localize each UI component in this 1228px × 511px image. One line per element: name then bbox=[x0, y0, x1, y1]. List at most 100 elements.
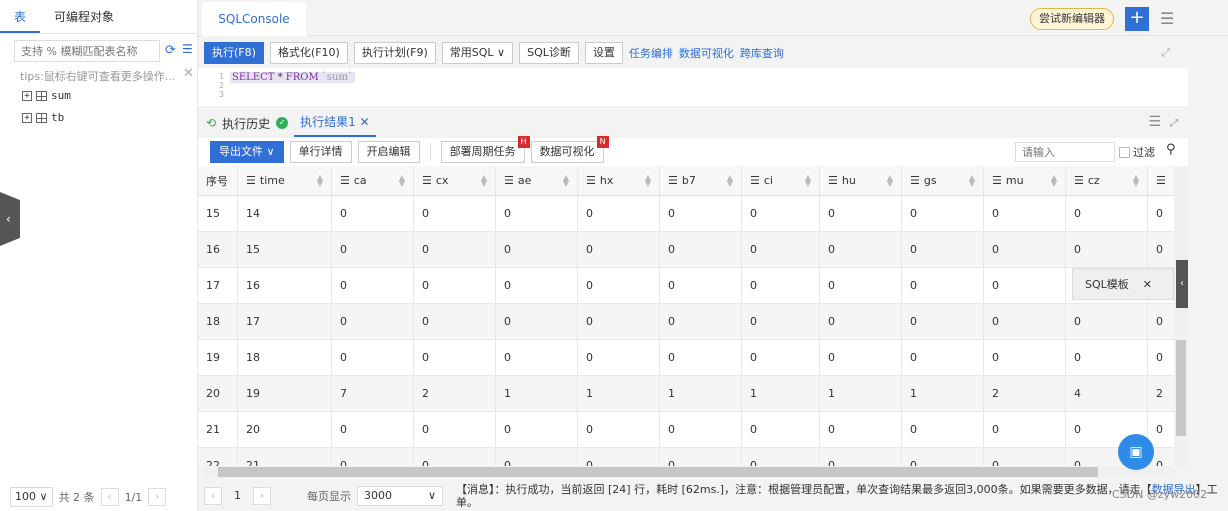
refresh-icon[interactable]: ⟳ bbox=[165, 43, 176, 58]
table-cell[interactable]: 0 bbox=[902, 196, 984, 231]
sort-icon[interactable]: ▲ ▼ bbox=[1133, 173, 1139, 187]
table-cell[interactable]: 0 bbox=[660, 268, 742, 303]
result-menu-icon[interactable]: ☰ ⤢ bbox=[1149, 114, 1178, 130]
row-index-cell[interactable]: 17 bbox=[198, 268, 238, 303]
table-cell[interactable]: 0 bbox=[578, 340, 660, 375]
table-cell[interactable]: 0 bbox=[1148, 304, 1174, 339]
table-cell[interactable]: 0 bbox=[820, 196, 902, 231]
table-cell[interactable]: 0 bbox=[1148, 340, 1174, 375]
table-cell[interactable]: 1 bbox=[660, 376, 742, 411]
table-cell[interactable]: 0 bbox=[902, 304, 984, 339]
sort-icon[interactable]: ▲ ▼ bbox=[969, 173, 975, 187]
table-cell[interactable]: 0 bbox=[742, 340, 820, 375]
horizontal-scrollbar[interactable] bbox=[204, 466, 1174, 478]
table-row[interactable]: 22 21 0 0 0 0 0 0 0 0 0 0 0 bbox=[198, 448, 1174, 466]
row-index-cell[interactable]: 21 bbox=[198, 412, 238, 447]
table-cell[interactable]: 0 bbox=[332, 412, 414, 447]
try-new-editor-button[interactable]: 尝试新编辑器 bbox=[1030, 8, 1114, 30]
table-cell[interactable]: 0 bbox=[820, 412, 902, 447]
fullscreen-icon[interactable]: ⤢ bbox=[1161, 46, 1170, 60]
sql-editor[interactable]: 1 2 3 SELECT * FROM `sum` bbox=[198, 68, 1188, 106]
table-cell[interactable]: 0 bbox=[496, 232, 578, 267]
table-cell[interactable]: 0 bbox=[414, 448, 496, 466]
table-cell[interactable]: 0 bbox=[496, 340, 578, 375]
table-cell[interactable]: 0 bbox=[742, 196, 820, 231]
table-cell[interactable]: 0 bbox=[1066, 304, 1148, 339]
sort-icon[interactable]: ▲ ▼ bbox=[1051, 173, 1057, 187]
table-cell[interactable]: 20 bbox=[238, 412, 332, 447]
expand-plus-icon[interactable]: + bbox=[22, 90, 32, 101]
table-cell[interactable]: 0 bbox=[984, 304, 1066, 339]
table-cell[interactable]: 0 bbox=[332, 196, 414, 231]
table-cell[interactable]: 0 bbox=[820, 448, 902, 466]
table-cell[interactable]: 0 bbox=[820, 268, 902, 303]
tree-item-tb[interactable]: + tb bbox=[22, 111, 64, 124]
table-row[interactable]: 16 15 0 0 0 0 0 0 0 0 0 0 0 bbox=[198, 232, 1174, 268]
per-page-select[interactable]: 3000 ∨ bbox=[357, 485, 443, 506]
table-cell[interactable]: 18 bbox=[238, 340, 332, 375]
table-row[interactable]: 18 17 0 0 0 0 0 0 0 0 0 0 0 bbox=[198, 304, 1174, 340]
column-header-index[interactable]: 序号 bbox=[198, 166, 238, 195]
table-cell[interactable]: 0 bbox=[1148, 412, 1174, 447]
table-cell[interactable]: 0 bbox=[820, 232, 902, 267]
table-cell[interactable]: 0 bbox=[414, 340, 496, 375]
result-search-field[interactable] bbox=[1015, 142, 1115, 162]
table-row[interactable]: 20 19 7 2 1 1 1 1 1 1 2 4 2 bbox=[198, 376, 1174, 412]
column-header[interactable]: ☰ time ▲ ▼ bbox=[238, 166, 332, 195]
next-page-button[interactable]: › bbox=[253, 486, 271, 505]
common-sql-dropdown[interactable]: 常用SQL ∨ bbox=[441, 42, 514, 64]
row-index-cell[interactable]: 18 bbox=[198, 304, 238, 339]
execution-history-tab[interactable]: 执行历史 bbox=[222, 115, 270, 132]
table-cell[interactable]: 0 bbox=[496, 412, 578, 447]
execute-button[interactable]: 执行(F8) bbox=[204, 42, 264, 64]
table-cell[interactable]: 0 bbox=[902, 340, 984, 375]
vertical-scroll-thumb[interactable] bbox=[1176, 340, 1186, 436]
table-cell[interactable]: 17 bbox=[238, 304, 332, 339]
table-cell[interactable]: 2 bbox=[414, 376, 496, 411]
table-cell[interactable]: 0 bbox=[660, 232, 742, 267]
table-cell[interactable]: 14 bbox=[238, 196, 332, 231]
table-cell[interactable]: 0 bbox=[578, 448, 660, 466]
table-row[interactable]: 171600000000000 bbox=[198, 268, 1174, 304]
fullscreen-icon[interactable]: ⤢ bbox=[1170, 118, 1178, 129]
expand-plus-icon[interactable]: + bbox=[22, 112, 32, 123]
table-cell[interactable]: 0 bbox=[332, 268, 414, 303]
table-cell[interactable]: 1 bbox=[742, 376, 820, 411]
row-index-cell[interactable]: 22 bbox=[198, 448, 238, 466]
table-cell[interactable]: 2 bbox=[984, 376, 1066, 411]
sort-icon[interactable]: ▲ ▼ bbox=[645, 173, 651, 187]
collapse-left-handle[interactable]: ‹ bbox=[0, 192, 20, 246]
cross-db-query-link[interactable]: 跨库查询 bbox=[740, 45, 784, 61]
sort-icon[interactable]: ▲ ▼ bbox=[805, 173, 811, 187]
table-cell[interactable]: 0 bbox=[902, 412, 984, 447]
prev-page-button[interactable]: ‹ bbox=[100, 488, 119, 506]
sort-icon[interactable]: ▲ ▼ bbox=[887, 173, 893, 187]
next-page-button[interactable]: › bbox=[148, 488, 167, 506]
row-index-cell[interactable]: 15 bbox=[198, 196, 238, 231]
table-cell[interactable]: 1 bbox=[578, 376, 660, 411]
table-cell[interactable]: 0 bbox=[820, 304, 902, 339]
table-cell[interactable]: 1 bbox=[496, 376, 578, 411]
close-icon[interactable]: ✕ bbox=[360, 115, 370, 129]
sort-icon[interactable]: ▲ ▼ bbox=[317, 173, 323, 187]
column-header[interactable]: ☰ b7 ▲ ▼ bbox=[660, 166, 742, 195]
table-cell[interactable]: 0 bbox=[984, 268, 1066, 303]
column-header[interactable]: ☰ ae ▲ ▼ bbox=[496, 166, 578, 195]
table-cell[interactable]: 1 bbox=[902, 376, 984, 411]
add-tab-button[interactable]: + bbox=[1125, 7, 1149, 31]
table-cell[interactable]: 0 bbox=[1066, 196, 1148, 231]
sql-code-line[interactable]: SELECT * FROM `sum` bbox=[230, 72, 355, 83]
row-index-cell[interactable]: 19 bbox=[198, 340, 238, 375]
sort-icon[interactable]: ▲ ▼ bbox=[481, 173, 487, 187]
table-cell[interactable]: 0 bbox=[742, 448, 820, 466]
table-cell[interactable]: 0 bbox=[660, 304, 742, 339]
table-cell[interactable]: 15 bbox=[238, 232, 332, 267]
table-cell[interactable]: 0 bbox=[578, 304, 660, 339]
search-icon[interactable]: ⚲ bbox=[1166, 142, 1176, 157]
table-cell[interactable]: 0 bbox=[902, 448, 984, 466]
column-header[interactable]: ☰ hx ▲ ▼ bbox=[578, 166, 660, 195]
tree-item-sum[interactable]: + sum bbox=[22, 89, 71, 102]
table-cell[interactable]: 0 bbox=[984, 196, 1066, 231]
table-cell[interactable]: 4 bbox=[1066, 376, 1148, 411]
menu-icon[interactable]: ☰ bbox=[1160, 9, 1174, 28]
